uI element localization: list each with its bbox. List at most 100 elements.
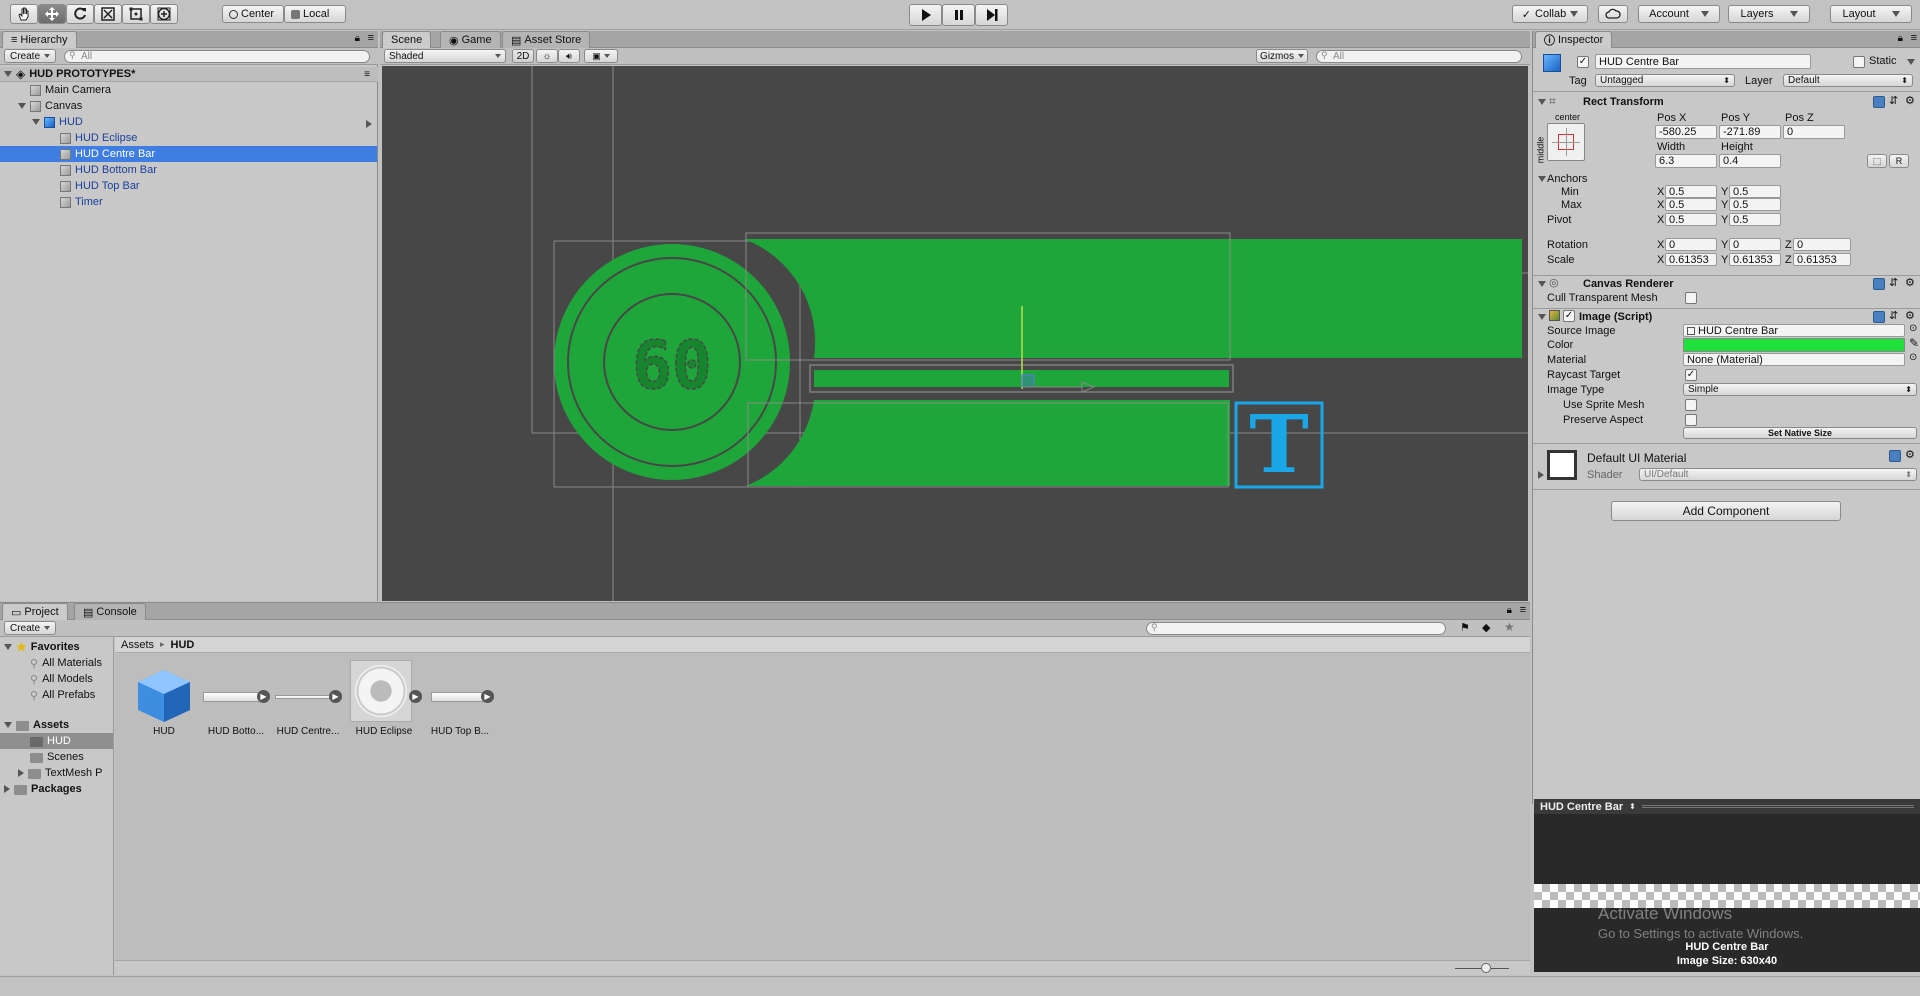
filter-by-type-icon[interactable]: ⚑ xyxy=(1460,621,1470,634)
cloud-button[interactable] xyxy=(1598,5,1628,23)
panel-menu-icon[interactable]: ≡ xyxy=(1911,32,1917,44)
hand-tool-button[interactable] xyxy=(10,4,38,24)
object-name-input[interactable]: HUD Centre Bar xyxy=(1595,54,1811,69)
audio-toggle[interactable]: 🔊︎ xyxy=(558,49,580,63)
pos-z-field[interactable]: 0 xyxy=(1783,125,1845,139)
project-search-input[interactable]: ⚲ xyxy=(1146,622,1446,635)
rotation-z-field[interactable]: 0 xyxy=(1793,238,1851,251)
collapse-arrow-icon[interactable] xyxy=(1538,99,1546,105)
asset-item-hud-top-bar[interactable]: ▶ HUD Top B... xyxy=(425,666,495,738)
expand-arrow-icon[interactable] xyxy=(32,119,40,125)
pos-y-field[interactable]: -271.89 xyxy=(1719,125,1781,139)
lock-icon[interactable]: 🔒︎ xyxy=(355,33,360,44)
gear-icon[interactable]: ⚙ xyxy=(1905,276,1915,289)
panel-menu-icon[interactable]: ≡ xyxy=(368,32,374,44)
use-sprite-mesh-checkbox[interactable] xyxy=(1685,399,1697,411)
expand-sprite-icon[interactable]: ▶ xyxy=(329,690,342,703)
width-field[interactable]: 6.3 xyxy=(1655,154,1717,168)
assets-header[interactable]: Assets xyxy=(4,717,69,733)
move-tool-button[interactable] xyxy=(38,4,66,24)
expand-arrow-icon[interactable] xyxy=(4,785,10,793)
pivot-center-toggle[interactable]: Center xyxy=(222,5,284,23)
hierarchy-item-hud-top-bar[interactable]: HUD Top Bar xyxy=(60,178,140,194)
preset-icon[interactable]: ⇵ xyxy=(1889,309,1898,322)
step-button[interactable] xyxy=(975,4,1008,26)
scale-y-field[interactable]: 0.61353 xyxy=(1729,253,1781,266)
favorite-item[interactable]: ⚲ All Models xyxy=(30,671,93,687)
raw-edit-button[interactable]: R xyxy=(1889,154,1909,168)
pivot-x-field[interactable]: 0.5 xyxy=(1665,213,1717,226)
expand-sprite-icon[interactable]: ▶ xyxy=(257,690,270,703)
hierarchy-create-button[interactable]: Create xyxy=(4,49,56,63)
tab-inspector[interactable]: ⓘ Inspector xyxy=(1535,31,1613,48)
zoom-slider-thumb[interactable] xyxy=(1481,963,1491,973)
hierarchy-search-input[interactable]: ⚲ All xyxy=(64,50,370,63)
gear-icon[interactable]: ⚙ xyxy=(1905,94,1915,107)
object-active-checkbox[interactable]: ✓ xyxy=(1577,56,1589,68)
preset-icon[interactable]: ⇵ xyxy=(1889,276,1898,289)
open-prefab-icon[interactable] xyxy=(366,120,372,128)
lock-icon[interactable]: 🔒︎ xyxy=(1898,33,1903,44)
packages-header[interactable]: Packages xyxy=(4,781,82,797)
favorites-header[interactable]: ★ Favorites xyxy=(4,639,80,655)
pos-x-field[interactable]: -580.25 xyxy=(1655,125,1717,139)
asset-folder-hud[interactable]: HUD xyxy=(30,733,71,749)
help-icon[interactable] xyxy=(1873,96,1885,108)
collab-dropdown[interactable]: ✓ Collab xyxy=(1512,5,1588,23)
account-dropdown[interactable]: Account xyxy=(1638,5,1720,23)
hierarchy-item-hud-centre-bar[interactable]: HUD Centre Bar xyxy=(60,146,155,162)
static-checkbox[interactable] xyxy=(1853,56,1865,68)
play-button[interactable] xyxy=(909,4,942,26)
expand-arrow-icon[interactable] xyxy=(18,103,26,109)
tab-asset-store[interactable]: ▤ Asset Store xyxy=(502,31,591,48)
raycast-target-checkbox[interactable]: ✓ xyxy=(1685,369,1697,381)
tab-hierarchy[interactable]: ≡ Hierarchy xyxy=(2,31,77,48)
scale-tool-button[interactable] xyxy=(94,4,122,24)
expand-arrow-icon[interactable] xyxy=(18,769,24,777)
hierarchy-item-hud-bottom-bar[interactable]: HUD Bottom Bar xyxy=(60,162,157,178)
favorite-item[interactable]: ⚲ All Prefabs xyxy=(30,687,95,703)
tag-dropdown[interactable]: Untagged ⬍ xyxy=(1595,74,1735,87)
panel-menu-icon[interactable]: ≡ xyxy=(1520,604,1526,616)
anchor-min-x-field[interactable]: 0.5 xyxy=(1665,185,1717,198)
gear-icon[interactable]: ⚙ xyxy=(1905,448,1915,461)
shader-dropdown[interactable]: UI/Default ⬍ xyxy=(1639,468,1917,481)
help-icon[interactable] xyxy=(1873,311,1885,323)
collapse-arrow-icon[interactable] xyxy=(1538,314,1546,320)
breadcrumb-hud[interactable]: HUD xyxy=(171,639,195,651)
anchor-min-y-field[interactable]: 0.5 xyxy=(1729,185,1781,198)
scene-search-input[interactable]: ⚲ All xyxy=(1316,50,1522,63)
preset-icon[interactable]: ⇵ xyxy=(1889,94,1898,107)
pivot-space-toggle[interactable]: Local xyxy=(284,5,346,23)
gizmos-dropdown[interactable]: Gizmos xyxy=(1256,49,1308,63)
breadcrumb-assets[interactable]: Assets xyxy=(121,639,154,651)
layers-dropdown[interactable]: Layers xyxy=(1728,5,1810,23)
expand-sprite-icon[interactable]: ▶ xyxy=(481,690,494,703)
set-native-size-button[interactable]: Set Native Size xyxy=(1683,427,1917,439)
transform-tool-button[interactable] xyxy=(150,4,178,24)
rotation-y-field[interactable]: 0 xyxy=(1729,238,1781,251)
tab-console[interactable]: ▤ Console xyxy=(74,603,146,620)
hierarchy-item-hud[interactable]: HUD xyxy=(32,114,83,130)
color-swatch[interactable] xyxy=(1683,338,1905,352)
image-enabled-checkbox[interactable]: ✓ xyxy=(1563,310,1575,322)
favorite-star-icon[interactable]: ★ xyxy=(1504,620,1515,634)
expand-arrow-icon[interactable] xyxy=(1538,471,1544,479)
scale-z-field[interactable]: 0.61353 xyxy=(1793,253,1851,266)
hierarchy-item-hud-eclipse[interactable]: HUD Eclipse xyxy=(60,130,137,146)
anchor-presets-button[interactable] xyxy=(1547,123,1585,161)
height-field[interactable]: 0.4 xyxy=(1719,154,1781,168)
preserve-aspect-checkbox[interactable] xyxy=(1685,414,1697,426)
hierarchy-item-canvas[interactable]: Canvas xyxy=(18,98,82,114)
help-icon[interactable] xyxy=(1873,278,1885,290)
image-type-dropdown[interactable]: Simple ⬍ xyxy=(1683,383,1917,396)
scene-menu-icon[interactable]: ≡ xyxy=(364,69,370,80)
material-field[interactable]: None (Material) xyxy=(1683,353,1905,366)
asset-item-hud-centre-bar[interactable]: ▶ HUD Centre... xyxy=(273,666,343,738)
hierarchy-item-main-camera[interactable]: Main Camera xyxy=(30,82,111,98)
tab-game[interactable]: ◉ Game xyxy=(440,31,501,48)
rect-tool-button[interactable] xyxy=(122,4,150,24)
chevron-down-icon[interactable] xyxy=(1907,59,1915,65)
shading-mode-dropdown[interactable]: Shaded xyxy=(384,49,506,63)
preview-header[interactable]: HUD Centre Bar ⬍ xyxy=(1534,799,1920,814)
